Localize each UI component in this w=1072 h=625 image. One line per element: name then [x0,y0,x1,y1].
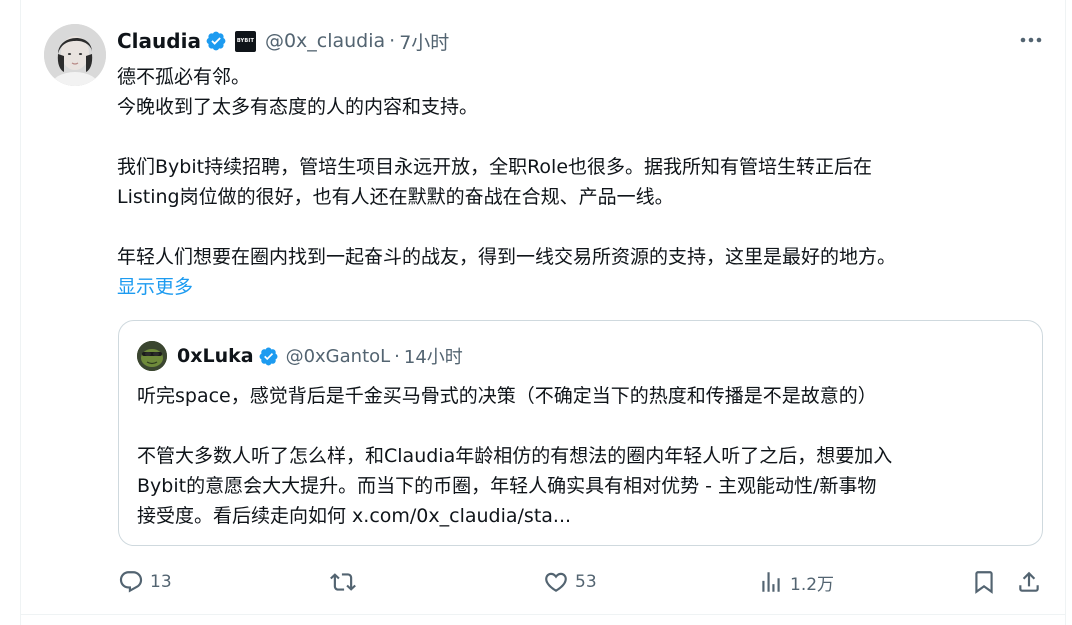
quote-verified-badge-icon[interactable] [258,346,279,367]
tweet-bottom-divider [20,614,1066,615]
tweet-line: Listing岗位做的很好，也有人还在默默的奋战在合规、产品一线。 [117,186,674,208]
header-separator: · [389,30,396,52]
quote-line: 听完space，感觉背后是千金买马骨式的决策（不确定当下的热度和传播是不是故意的… [137,385,877,407]
tweet-line: 我们Bybit持续招聘，管培生项目永远开放，全职Role也很多。据我所知有管培生… [117,156,873,178]
timeline-left-border [20,0,21,625]
tweet-line: 今晚收到了太多有态度的人的内容和支持。 [117,96,479,118]
quote-line: 接受度。看后续走向如何 x.com/0x_claudia/sta... [137,505,572,527]
quote-line: 不管大多数人听了怎么样，和Claudia年龄相仿的有想法的圈内年轻人听了之后，想… [137,445,893,467]
quote-line: Bybit的意愿会大大提升。而当下的币圈，年轻人确实具有相对优势 - 主观能动性… [137,475,877,497]
more-options-icon[interactable] [1018,30,1044,50]
tweet-text: 德不孤必有邻。 今晚收到了太多有态度的人的内容和支持。 我们Bybit持续招聘，… [117,62,1047,302]
affiliate-badge-icon[interactable]: BYBIT [234,30,256,52]
retweet-icon [330,573,356,591]
quote-header: 0xLuka @0xGantoL · 14小时 [177,341,463,371]
quote-avatar-image [137,341,167,371]
views-button[interactable]: 1.2万 [758,566,834,598]
affiliate-badge-text: BYBIT [236,38,255,44]
views-count: 1.2万 [790,574,835,595]
verified-badge-icon[interactable] [205,30,227,52]
retweet-button[interactable] [330,566,362,598]
show-more-link[interactable]: 显示更多 [117,272,1047,302]
tweet-time[interactable]: 7小时 [399,28,449,55]
reply-count: 13 [150,572,172,592]
quote-tweet-card[interactable]: 0xLuka @0xGantoL · 14小时 听完space，感觉背后是千金买… [118,320,1043,546]
quote-author-handle[interactable]: @0xGantoL [286,346,391,367]
tweet-line: 年轻人们想要在圈内找到一起奋斗的战友，得到一线交易所资源的支持，这里是最好的地方… [117,246,897,268]
quote-time[interactable]: 14小时 [404,343,463,369]
share-icon [1019,571,1039,592]
share-button[interactable] [1016,566,1042,598]
quote-text: 听完space，感觉背后是千金买马骨式的决策（不确定当下的热度和传播是不是故意的… [137,381,1027,531]
like-count: 53 [575,572,597,592]
tweet-header: Claudia BYBIT @0x_claudia · 7小时 [117,26,449,56]
bookmark-icon [975,571,993,594]
reply-icon [119,571,143,593]
like-button[interactable]: 53 [543,566,597,598]
tweet-line: 德不孤必有邻。 [117,66,251,88]
author-handle[interactable]: @0x_claudia [265,30,385,52]
tweet-action-bar: 13 53 1.2万 [0,566,1072,598]
author-avatar[interactable] [44,24,106,86]
author-name[interactable]: Claudia [117,29,201,53]
tweet-page: Claudia BYBIT @0x_claudia · 7小时 德不孤必有邻。 … [0,0,1072,625]
quote-header-separator: · [394,345,400,367]
reply-button[interactable]: 13 [118,566,172,598]
quote-author-name[interactable]: 0xLuka [177,345,254,367]
quote-author-avatar[interactable] [137,341,167,371]
bookmark-button[interactable] [971,566,997,598]
timeline-right-border [1065,0,1066,625]
author-avatar-image [44,24,106,86]
like-icon [545,572,567,592]
views-icon [762,572,780,592]
